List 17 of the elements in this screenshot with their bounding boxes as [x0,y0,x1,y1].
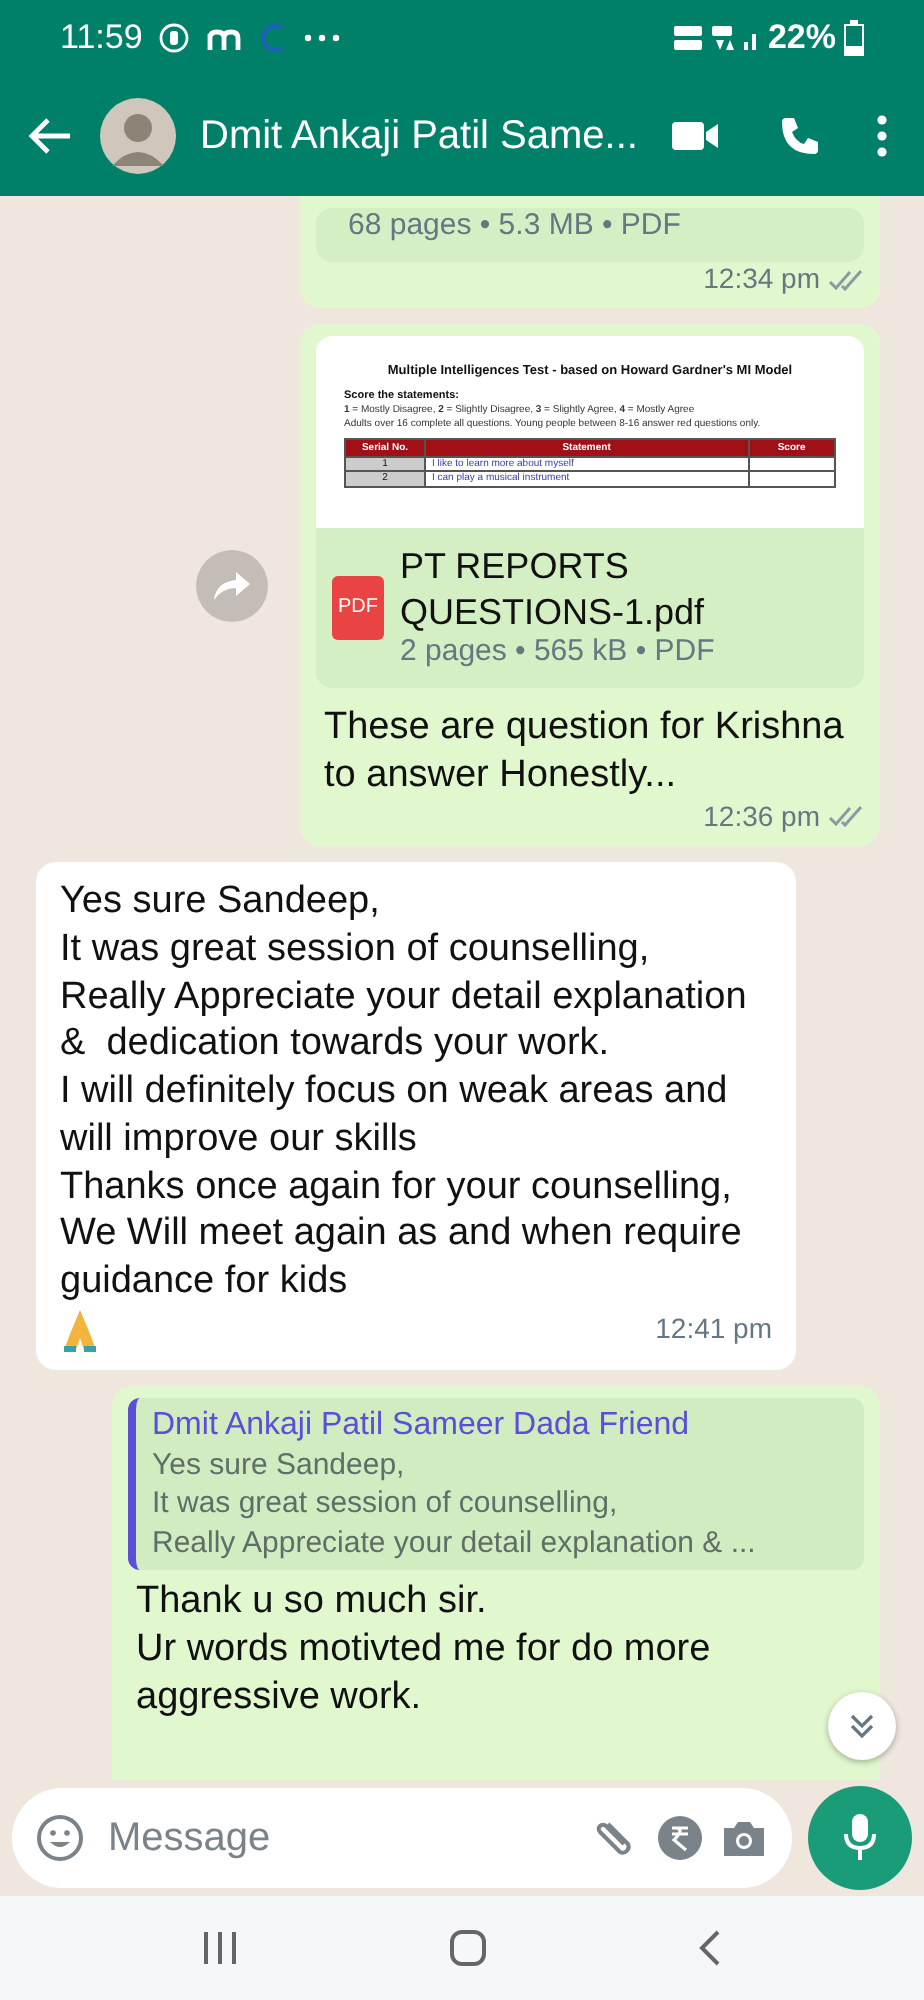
message-text: These are question for Krishna to answer Honestly... [322,704,846,799]
message-input-field[interactable]: Message [108,1808,576,1868]
quote-author: Dmit Ankaji Patil Sameer Dada Friend [152,1405,692,1446]
file-name[interactable]: PT REPORTS QUESTIONS-1.pdf [400,544,848,635]
file-details: 68 pages • 5.3 MB • PDF [348,208,683,246]
status-time: 11:59 [60,16,143,61]
message-time: 12:36 pm [703,799,820,834]
quote-text: Yes sure Sandeep, It was great session of counselling, Really Appreciate your detail explanation & ... [152,1445,758,1563]
battery-percent: 22% [767,16,836,61]
message-time: 12:41 pm [655,1312,772,1347]
pdf-file-icon: PDF [332,576,384,641]
message-composer[interactable]: Message [12,1788,792,1888]
message-text: Yes sure Sandeep, It was great session of counselling, Really Appreciate your detail explanation & dedication towards your work. I will definitely focus on weak areas and will improve our skills Thanks once again for your counselling, We Will meet again as and when require guidance for kids [60,878,749,1306]
file-details: 2 pages • 565 kB • PDF [400,634,717,672]
message-time: 12:34 pm [703,261,820,297]
message-text: Thank u so much sir. Ur words motivted me for do more aggressive work. [134,1578,713,1721]
quoted-message[interactable]: Dmit Ankaji Patil Sameer Dada Friend Yes sure Sandeep, It was great session of counselling, Really Appreciate your detail explanation & ... [128,1397,864,1571]
